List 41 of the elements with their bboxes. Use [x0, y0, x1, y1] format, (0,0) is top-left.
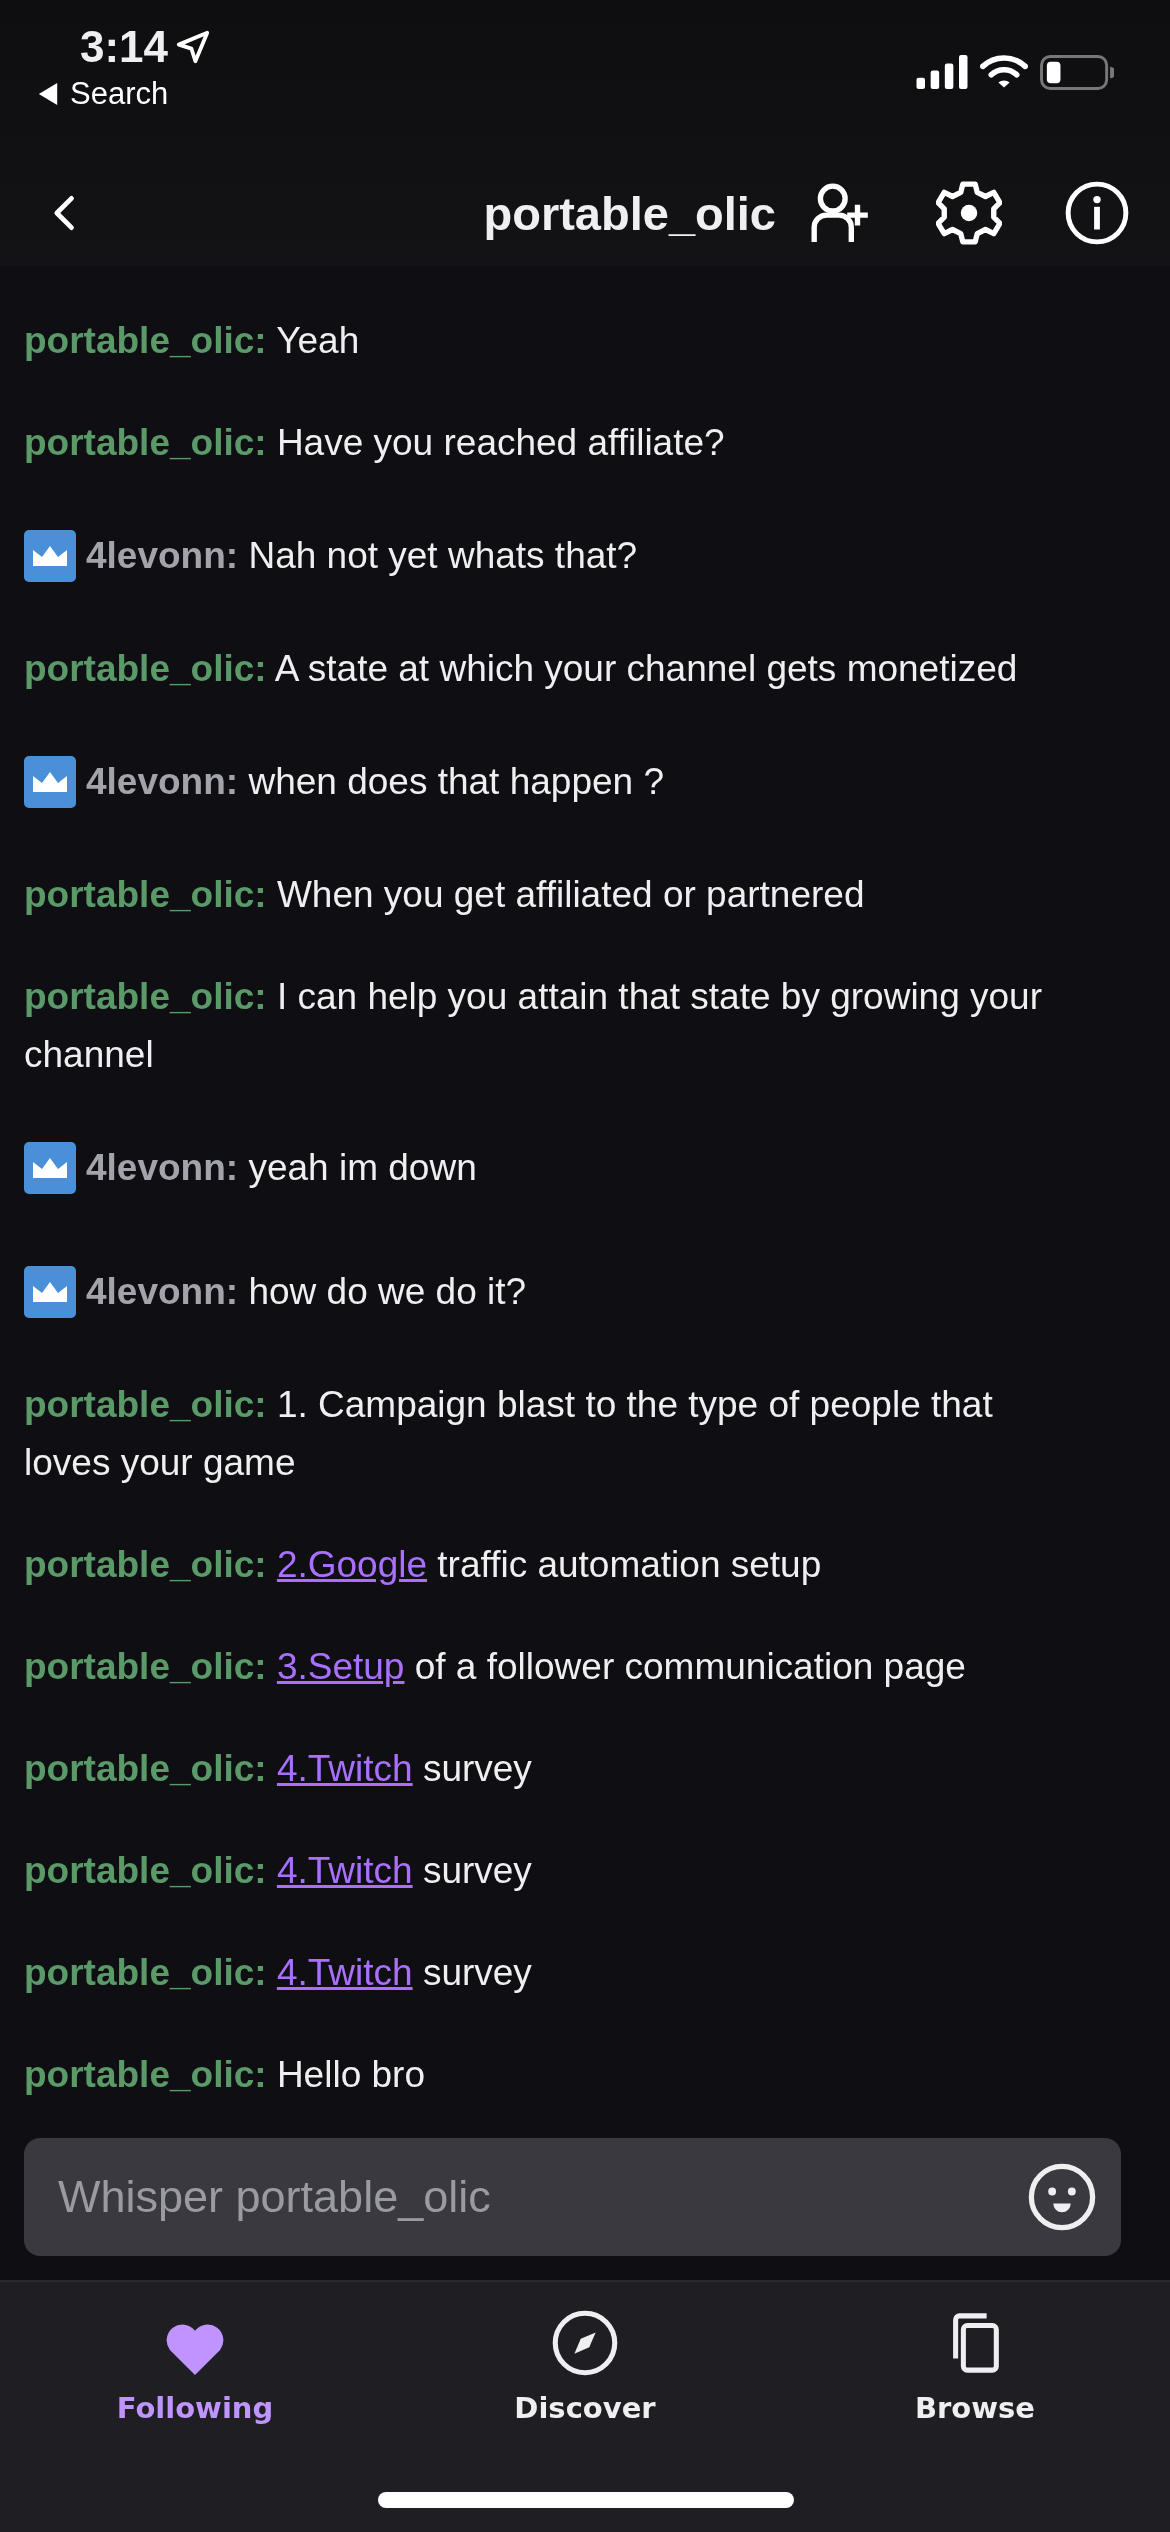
channel-title: portable_olic — [483, 185, 776, 241]
chat-message: 4levonn: how do we do it? — [86, 1270, 527, 1314]
link[interactable]: 4.Twitch — [276, 1850, 413, 1891]
tab[interactable]: Discover — [390, 2286, 780, 2426]
chat-message: 4levonn: when does that happen ? — [86, 760, 664, 804]
chat-message: portable_olic: 4.Twitch survey — [24, 1849, 532, 1893]
chat-message: portable_olic: 2.Google traffic automation setup — [24, 1543, 822, 1587]
caret-icon — [38, 83, 58, 105]
chat-message: portable_olic: 4.Twitch survey — [24, 1951, 532, 1995]
chat-message: portable_olic: When you get affiliated or partnered — [24, 873, 865, 917]
crown-badge-icon — [24, 756, 76, 808]
crown-badge-icon — [24, 530, 76, 582]
status-time: 3:14 — [80, 22, 169, 72]
compass-icon — [551, 2309, 619, 2377]
chat-message: portable_olic: A state at which your channel gets monetized — [24, 647, 1018, 691]
emoji-icon[interactable] — [1027, 2162, 1097, 2232]
tab[interactable]: Following — [0, 2286, 390, 2426]
chat-message: 4levonn: yeah im down — [86, 1146, 477, 1190]
info-button[interactable] — [1064, 180, 1130, 246]
chat-message: 4levonn: Nah not yet whats that? — [86, 534, 638, 578]
settings-button[interactable] — [936, 180, 1002, 246]
chat-message: portable_olic: Yeah — [24, 319, 360, 363]
tab[interactable]: Browse — [780, 2286, 1170, 2426]
chat-message: portable_olic: Have you reached affiliate? — [24, 421, 725, 465]
crown-badge-icon — [24, 1142, 76, 1194]
wifi-icon — [980, 55, 1028, 89]
whisper-input-field[interactable]: Whisper portable_olic — [24, 2138, 1121, 2256]
chat-message: portable_olic: 1. Campaign blast to the type of people that loves your game — [24, 1383, 994, 1485]
chat-message: portable_olic: Hello bro — [24, 2053, 425, 2097]
link[interactable]: 3.Setup — [276, 1646, 405, 1687]
battery-icon — [1040, 54, 1114, 90]
back-to-search-link[interactable]: Search — [34, 72, 213, 112]
chat-message: portable_olic: I can help you attain that state by growing your channel — [24, 975, 1044, 1077]
link[interactable]: 4.Twitch — [276, 1748, 413, 1789]
signal-icon — [916, 55, 968, 89]
chat-message: portable_olic: 3.Setup of a follower communication page — [24, 1645, 966, 1689]
link[interactable]: 2.Google — [276, 1544, 428, 1585]
heart-icon — [164, 2323, 226, 2377]
chat-message: portable_olic: 4.Twitch survey — [24, 1747, 532, 1791]
link[interactable]: 4.Twitch — [276, 1952, 413, 1993]
crown-badge-icon — [24, 1266, 76, 1318]
